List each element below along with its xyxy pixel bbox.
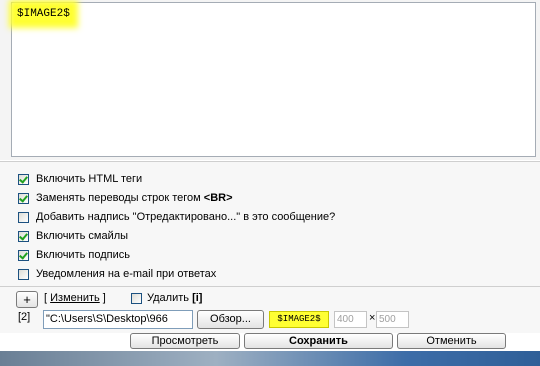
highlighted-image-tag: $IMAGE2$ [15,6,72,22]
option-signature[interactable]: Включить подпись [18,247,130,263]
option-label: Уведомления на e-mail при ответах [36,268,217,280]
attachment-panel: + [ Изменить ] Удалить [i] [2] "C:\Users… [0,286,540,333]
width-input[interactable]: 400 [334,311,367,328]
option-edited-note[interactable]: Добавить надпись "Отредактировано..." в … [18,209,335,225]
checkbox-edited-note[interactable] [18,211,29,223]
desktop-background-strip [0,351,540,366]
option-br-tags[interactable]: Заменять переводы строк тегом <BR> [18,190,233,206]
image-tag-button[interactable]: $IMAGE2$ [269,311,329,328]
browse-button[interactable]: Обзор... [197,310,264,329]
checkbox-signature[interactable] [18,249,29,261]
cancel-button[interactable]: Отменить [397,333,506,349]
checkbox-email-notify[interactable] [18,268,29,280]
bracket-close: ] [99,292,106,304]
editor-frame: $IMAGE2$ [0,0,540,160]
add-attachment-button[interactable]: + [16,291,38,308]
change-link-group: [ Изменить ] [44,292,106,304]
times-sign: × [369,312,376,324]
checkbox-br-tags[interactable] [18,192,29,204]
option-html-tags[interactable]: Включить HTML теги [18,171,142,187]
option-label: Включить смайлы [36,230,129,242]
info-link[interactable]: [i] [192,292,202,304]
change-link[interactable]: Изменить [50,292,100,304]
message-textarea[interactable]: $IMAGE2$ [11,2,536,157]
option-label: Включить HTML теги [36,173,143,185]
option-smilies[interactable]: Включить смайлы [18,228,128,244]
checkbox-smilies[interactable] [18,230,29,242]
delete-option[interactable]: Удалить [i] [131,292,202,304]
delete-label: Удалить [147,292,193,304]
height-input[interactable]: 500 [376,311,409,328]
options-panel: Включить HTML теги Заменять переводы стр… [0,161,540,286]
preview-button[interactable]: Просмотреть [130,333,240,349]
checkbox-delete[interactable] [131,292,142,304]
option-label: Включить подпись [36,249,130,261]
checkbox-html-tags[interactable] [18,173,29,185]
option-label: Добавить надпись "Отредактировано..." в … [36,211,336,223]
attachment-index: [2] [18,311,31,323]
option-label: Заменять переводы строк тегом [36,192,204,204]
option-email-notify[interactable]: Уведомления на e-mail при ответах [18,266,216,282]
option-label-bold: <BR> [203,192,233,204]
file-path-input[interactable]: "C:\Users\S\Desktop\966 [43,310,193,329]
save-button[interactable]: Сохранить [244,333,393,349]
